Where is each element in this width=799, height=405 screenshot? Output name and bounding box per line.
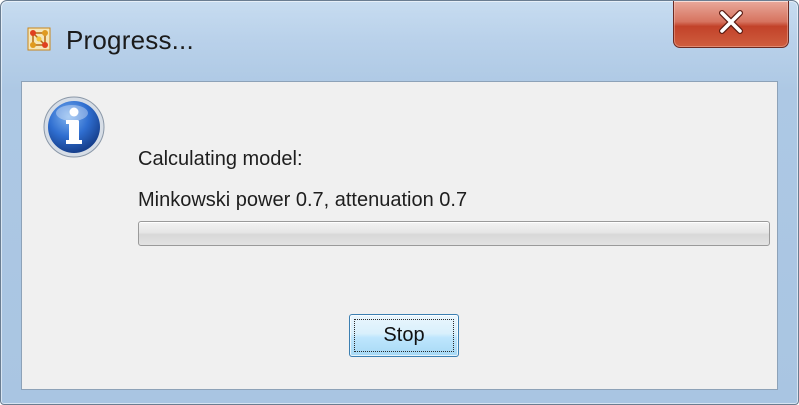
title-bar[interactable]: Progress... bbox=[1, 1, 798, 79]
dialog-content: Calculating model: Minkowski power 0.7, … bbox=[21, 81, 778, 390]
progress-dialog-window: Progress... Calculating model: Minkowski… bbox=[0, 0, 799, 405]
stop-button[interactable]: Stop bbox=[349, 314, 459, 357]
window-title: Progress... bbox=[66, 25, 194, 55]
message-line-1: Calculating model: bbox=[138, 148, 303, 170]
message-line-2: Minkowski power 0.7, attenuation 0.7 bbox=[138, 189, 468, 211]
progress-bar bbox=[138, 221, 770, 246]
info-icon bbox=[42, 95, 106, 159]
network-grid-icon bbox=[27, 27, 51, 51]
close-button[interactable] bbox=[673, 1, 789, 48]
stop-button-label: Stop bbox=[354, 319, 454, 352]
close-x-icon bbox=[714, 9, 748, 40]
